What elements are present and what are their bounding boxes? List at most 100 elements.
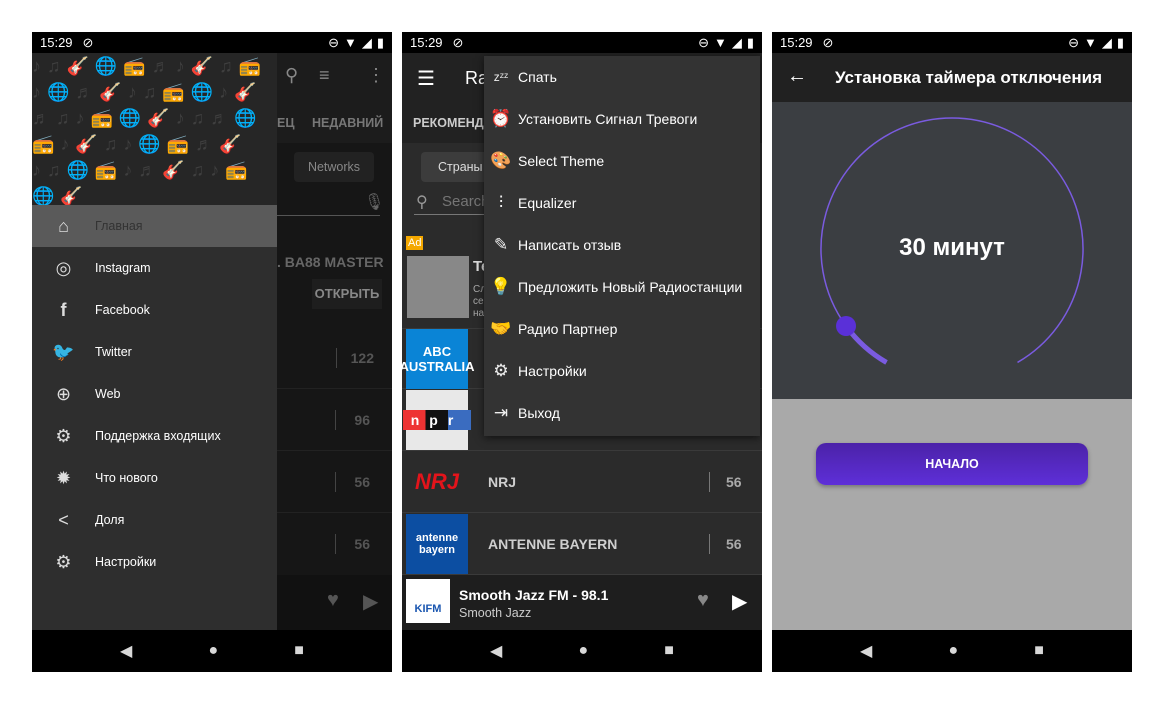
ad-title: . BA88 MASTER xyxy=(277,254,384,270)
support-icon: ⚙ xyxy=(55,425,72,446)
timer-value: 30 минут xyxy=(899,234,1005,261)
lightbulb-icon: 💡 xyxy=(490,277,512,296)
phone-sleep-timer-screen: 15:29 ⊘ ⊖ ▼ ◢ ▮ ← Установка таймера отключени… xyxy=(772,32,1132,672)
overflow-menu: zᶻᶻ Спать ⏰ Установить Сигнал Тревоги 🎨 Sel… xyxy=(484,56,760,436)
menu-item-sleep[interactable]: zᶻᶻ Спать xyxy=(484,56,760,98)
timer-dial-handle[interactable] xyxy=(836,315,857,336)
drawer-item-instagram[interactable]: ◎ Instagram xyxy=(32,247,277,289)
menu-item-theme[interactable]: 🎨 Select Theme xyxy=(484,140,760,182)
chip-networks[interactable]: Networks xyxy=(294,152,374,182)
player-subtitle: Smooth Jazz xyxy=(459,606,532,620)
status-bar: 15:29 ⊘ ⊖ ▼ ◢ ▮ xyxy=(402,32,762,53)
notification-icon: ⊘ xyxy=(82,34,94,50)
toolbar: ← Установка таймера отключения xyxy=(772,53,1132,102)
station-count: 56 xyxy=(726,474,742,490)
tab-partial[interactable]: ЕЦ xyxy=(277,116,294,130)
sort-icon[interactable]: ≡ xyxy=(319,65,330,86)
station-row[interactable]: antenne bayern ANTENNE BAYERN 56 xyxy=(402,514,762,575)
dnd-icon: ⊖ xyxy=(328,34,339,50)
wifi-icon: ▼ xyxy=(343,35,357,50)
station-count: 56 xyxy=(726,536,742,552)
equalizer-icon: ⫶ xyxy=(498,193,504,212)
menu-item-equalizer[interactable]: ⫶ Equalizer xyxy=(484,182,760,224)
phone-menu-screen: 15:29⊘⊖▼◢▮ ☰ Ra РЕКОМЕНДУ Страны ⚲ Ad Te… xyxy=(402,32,762,672)
back-nav-icon[interactable]: ◀ xyxy=(120,641,132,661)
menu-item-partner[interactable]: 🤝 Радио Партнер xyxy=(484,308,760,350)
home-nav-icon[interactable]: ● xyxy=(948,642,958,660)
back-nav-icon[interactable]: ◀ xyxy=(860,641,872,661)
drawer-item-web[interactable]: ⊕ Web xyxy=(32,373,277,415)
phone-drawer-screen: 15:29 ⊘ ⊖ ▼ ◢ ▮ ⚲ ≡ ⋮ ЕЦ НЕДАВНИЙ Networks 🎙 … xyxy=(32,32,392,672)
signal-icon: ◢ xyxy=(1101,34,1112,50)
station-logo: NRJ xyxy=(414,469,459,494)
wifi-icon: ▼ xyxy=(1083,35,1097,50)
menu-item-alarm[interactable]: ⏰ Установить Сигнал Тревоги xyxy=(484,98,760,140)
dnd-icon: ⊖ xyxy=(1068,34,1079,50)
instagram-icon: ◎ xyxy=(55,257,72,278)
hamburger-menu-icon[interactable]: ☰ xyxy=(417,66,435,91)
search-icon[interactable]: ⚲ xyxy=(285,65,298,86)
page-title: Установка таймера отключения xyxy=(835,68,1102,87)
exit-icon: ⇥ xyxy=(493,403,509,422)
home-icon: ⌂ xyxy=(58,215,69,236)
settings-icon: ⚙ xyxy=(55,551,72,572)
status-bar: 15:29 ⊘ ⊖ ▼ ◢ ▮ xyxy=(32,32,392,53)
back-nav-icon[interactable]: ◀ xyxy=(490,641,502,661)
drawer-item-facebook[interactable]: f Facebook xyxy=(32,289,277,331)
menu-item-settings[interactable]: ⚙ Настройки xyxy=(484,350,760,392)
notification-icon: ⊘ xyxy=(452,34,464,50)
back-arrow-icon[interactable]: ← xyxy=(787,65,807,88)
settings-icon: ⚙ xyxy=(493,361,509,380)
mic-icon[interactable]: 🎙 xyxy=(364,192,384,212)
heart-icon[interactable]: ♥ xyxy=(327,589,339,612)
play-icon[interactable]: ▶ xyxy=(732,589,747,614)
start-button[interactable]: НАЧАЛО xyxy=(816,443,1088,485)
menu-item-suggest[interactable]: 💡 Предложить Новый Радиостанции xyxy=(484,266,760,308)
palette-icon: 🎨 xyxy=(490,151,512,170)
play-icon[interactable]: ▶ xyxy=(363,589,378,614)
globe-icon: ⊕ xyxy=(55,383,72,404)
ad-image xyxy=(407,256,469,318)
alert-icon: ✹ xyxy=(55,467,72,488)
menu-item-review[interactable]: ✎ Написать отзыв xyxy=(484,224,760,266)
mini-player[interactable]: KIFM Smooth Jazz FM - 98.1 Smooth Jazz ♥… xyxy=(402,575,762,630)
drawer-item-support[interactable]: ⚙ Поддержка входящих xyxy=(32,415,277,457)
recents-nav-icon[interactable]: ■ xyxy=(1034,642,1044,660)
chip-countries[interactable]: Страны xyxy=(421,152,491,182)
drawer-item-whats-new[interactable]: ✹ Что нового xyxy=(32,457,277,499)
drawer-item-twitter[interactable]: 🐦 Twitter xyxy=(32,331,277,373)
twitter-icon: 🐦 xyxy=(52,341,75,362)
ad-badge: Ad xyxy=(406,236,424,250)
station-list-bg: 122 96 56 56 xyxy=(277,327,392,575)
recents-nav-icon[interactable]: ■ xyxy=(294,642,304,660)
share-icon: < xyxy=(58,509,69,530)
home-nav-icon[interactable]: ● xyxy=(208,642,218,660)
battery-icon: ▮ xyxy=(1116,34,1124,50)
recents-nav-icon[interactable]: ■ xyxy=(664,642,674,660)
edit-icon: ✎ xyxy=(493,235,509,254)
station-row[interactable]: NRJ NRJ 56 xyxy=(402,452,762,513)
sleep-icon: zᶻᶻ xyxy=(493,70,509,84)
home-nav-icon[interactable]: ● xyxy=(578,642,588,660)
station-name: NRJ xyxy=(488,474,517,490)
player-title: Smooth Jazz FM - 98.1 xyxy=(459,587,609,603)
heart-icon[interactable]: ♥ xyxy=(697,589,709,612)
handshake-icon: 🤝 xyxy=(490,319,512,338)
tab-recommended[interactable]: РЕКОМЕНДУ xyxy=(413,116,492,130)
tab-recent[interactable]: НЕДАВНИЙ xyxy=(312,116,383,130)
drawer-item-share[interactable]: < Доля xyxy=(32,499,277,541)
drawer-item-home[interactable]: ⌂ Главная xyxy=(32,205,277,247)
ad-open-button[interactable]: ОТКРЫТЬ xyxy=(312,279,382,309)
drawer-item-settings[interactable]: ⚙ Настройки xyxy=(32,541,277,583)
facebook-icon: f xyxy=(60,299,67,320)
station-logo: npr xyxy=(402,390,472,450)
signal-icon: ◢ xyxy=(731,34,742,50)
system-nav-bar: ◀ ● ■ xyxy=(402,630,762,672)
search-input[interactable] xyxy=(414,189,489,215)
menu-item-exit[interactable]: ⇥ Выход xyxy=(484,392,760,434)
drawer-header-pattern: ♪♫🎸🌐📻♬♪🎸♫📻♪🌐♬🎸♪♫📻🌐♪🎸♬♫♪📻🌐🎸♪♫♬🌐📻♪🎸♫♪🌐📻♬🎸♪… xyxy=(32,53,277,205)
wifi-icon: ▼ xyxy=(713,35,727,50)
more-icon[interactable]: ⋮ xyxy=(367,65,385,86)
station-logo: antenne bayern xyxy=(406,514,468,574)
station-name: ANTENNE BAYERN xyxy=(488,536,618,552)
